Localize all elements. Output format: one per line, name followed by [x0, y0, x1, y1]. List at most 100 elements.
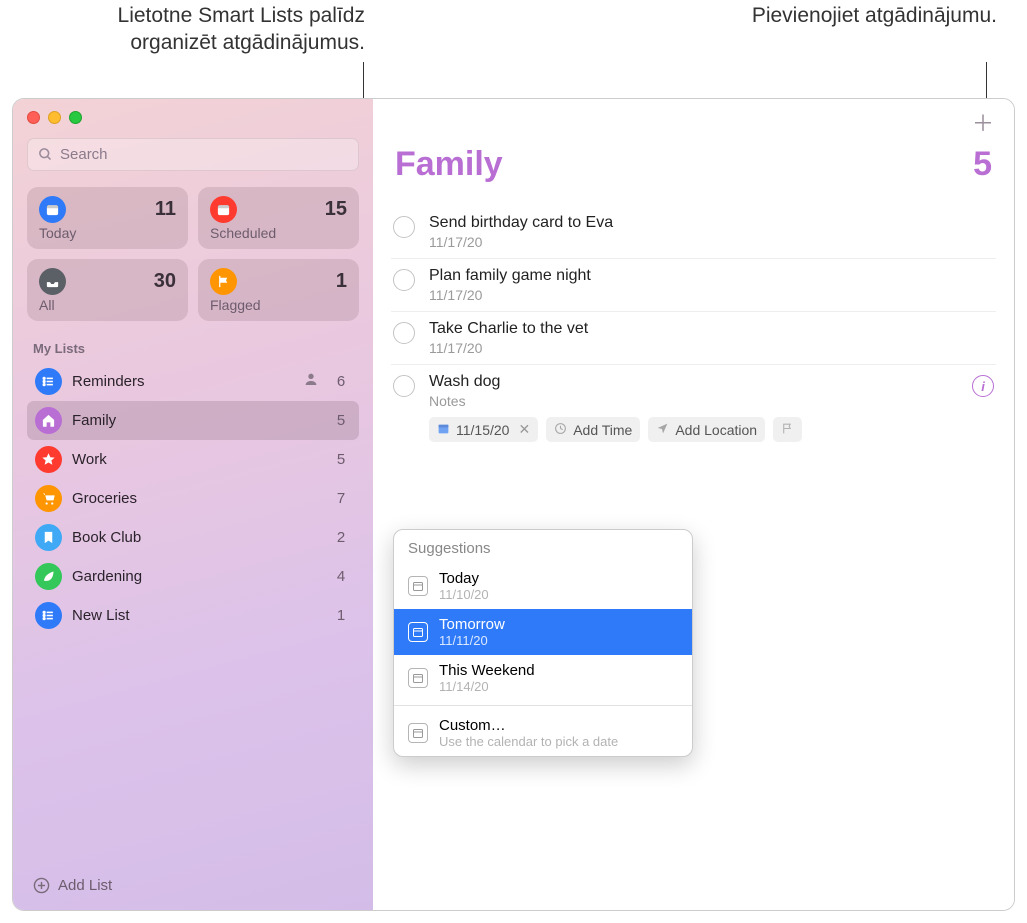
smart-card-flagged[interactable]: 1Flagged [198, 259, 359, 321]
reminder-title: Take Charlie to the vet [429, 320, 994, 338]
calendar-icon [437, 422, 450, 438]
list-name: Groceries [72, 490, 321, 507]
search-input[interactable]: Search [27, 138, 359, 171]
reminders-list: Send birthday card to Eva11/17/20Plan fa… [391, 206, 996, 365]
lists: Reminders 6 Family 5 Work 5 Groceries 7 Book Clu… [27, 362, 359, 869]
list-count: 1 [331, 607, 351, 624]
list-count: 7 [331, 490, 351, 507]
reminder-date: 11/17/20 [429, 340, 994, 356]
checkbox-circle[interactable] [393, 322, 415, 344]
flag-chip[interactable] [773, 417, 802, 442]
info-button[interactable]: i [972, 375, 994, 397]
callout-add-reminder: Pievienojiet atgādinājumu. [737, 2, 997, 29]
add-reminder-button[interactable]: ＋ [972, 113, 994, 135]
suggestion-label: Today [439, 570, 489, 587]
add-location-label: Add Location [675, 422, 757, 438]
list-title: Family [395, 145, 503, 184]
date-chip[interactable]: 11/15/20 ✕ [429, 417, 538, 442]
suggestion-label: Custom… [439, 717, 618, 734]
callout-smart-lists: Lietotne Smart Lists palīdz organizēt at… [35, 2, 365, 57]
zoom-icon[interactable] [69, 111, 82, 124]
list-count: 2 [331, 529, 351, 546]
list-name: New List [72, 607, 321, 624]
reminder-item[interactable]: Take Charlie to the vet 11/17/20 [391, 312, 996, 365]
sidebar-list-new-list[interactable]: New List 1 [27, 596, 359, 635]
smart-label: Flagged [210, 297, 347, 313]
smart-label: All [39, 297, 176, 313]
sidebar-list-work[interactable]: Work 5 [27, 440, 359, 479]
add-location-chip[interactable]: Add Location [648, 417, 765, 442]
smart-card-today[interactable]: 11 Today [27, 187, 188, 249]
leaf-icon [35, 563, 62, 590]
minimize-icon[interactable] [48, 111, 61, 124]
calendar-icon [408, 622, 428, 642]
clock-icon [554, 422, 567, 438]
list-name: Family [72, 412, 321, 429]
checkbox-circle[interactable] [393, 269, 415, 291]
smart-lists-grid: 11 Today 15Scheduled30All1Flagged [27, 187, 359, 321]
date-chip-value: 11/15/20 [456, 422, 509, 438]
calendar-icon [408, 668, 428, 688]
reminder-title-input[interactable]: Wash dog [429, 373, 958, 391]
smart-card-all[interactable]: 30All [27, 259, 188, 321]
bookmark-icon [35, 524, 62, 551]
reminder-editing[interactable]: Wash dog Notes 11/15/20 ✕ Add Ti [391, 365, 996, 450]
list-icon [35, 602, 62, 629]
suggestion-custom[interactable]: Custom… Use the calendar to pick a date [394, 710, 692, 756]
list-header: Family 5 [391, 145, 996, 184]
list-name: Reminders [72, 373, 293, 390]
toolbar: ＋ [391, 111, 996, 145]
plus-circle-icon [33, 877, 50, 894]
flag-icon [781, 422, 794, 438]
add-list-label: Add List [58, 877, 112, 894]
sidebar-list-groceries[interactable]: Groceries 7 [27, 479, 359, 518]
search-placeholder: Search [60, 146, 108, 163]
sidebar-list-family[interactable]: Family 5 [27, 401, 359, 440]
star-icon [35, 446, 62, 473]
reminder-notes-placeholder[interactable]: Notes [429, 393, 958, 409]
calendar-icon [408, 723, 428, 743]
sidebar-list-reminders[interactable]: Reminders 6 [27, 362, 359, 401]
calendar-icon [39, 196, 66, 223]
reminder-title: Plan family game night [429, 267, 994, 285]
reminder-item[interactable]: Plan family game night11/17/20 [391, 259, 996, 312]
smart-card-scheduled[interactable]: 15Scheduled [198, 187, 359, 249]
location-icon [656, 422, 669, 438]
suggestion-today[interactable]: Today11/10/20 [394, 563, 692, 609]
reminders-window: Search 11Today15Scheduled30All1Flagged M… [12, 98, 1015, 911]
list-count: 5 [973, 145, 992, 184]
popover-head: Suggestions [394, 530, 692, 563]
list-icon [35, 368, 62, 395]
list-name: Work [72, 451, 321, 468]
list-name: Book Club [72, 529, 321, 546]
suggestion-label: Tomorrow [439, 616, 505, 633]
list-count: 6 [331, 373, 351, 390]
checkbox-circle[interactable] [393, 216, 415, 238]
suggestion-sub: 11/14/20 [439, 679, 535, 694]
smart-label: Today [39, 225, 176, 241]
suggestion-sub: 11/10/20 [439, 587, 489, 602]
clear-date-icon[interactable]: ✕ [518, 421, 530, 438]
list-count: 4 [331, 568, 351, 585]
cart-icon [35, 485, 62, 512]
suggestion-this-weekend[interactable]: This Weekend11/14/20 [394, 655, 692, 701]
list-count: 5 [331, 451, 351, 468]
tray-icon [39, 268, 66, 295]
add-list-button[interactable]: Add List [27, 869, 359, 898]
list-name: Gardening [72, 568, 321, 585]
reminder-item[interactable]: Send birthday card to Eva11/17/20 [391, 206, 996, 259]
close-icon[interactable] [27, 111, 40, 124]
main-pane: ＋ Family 5 Send birthday card to Eva11/1… [373, 99, 1014, 910]
suggestion-sub: Use the calendar to pick a date [439, 734, 618, 749]
sidebar-list-book-club[interactable]: Book Club 2 [27, 518, 359, 557]
sidebar: Search 11Today15Scheduled30All1Flagged M… [13, 99, 373, 910]
checkbox-circle[interactable] [393, 375, 415, 397]
section-my-lists: My Lists [33, 341, 353, 356]
sidebar-list-gardening[interactable]: Gardening 4 [27, 557, 359, 596]
add-time-chip[interactable]: Add Time [546, 417, 640, 442]
suggestion-tomorrow[interactable]: Tomorrow11/11/20 [394, 609, 692, 655]
smart-count: 11 [155, 198, 176, 221]
calendar-icon [408, 576, 428, 596]
list-count: 5 [331, 412, 351, 429]
divider [394, 705, 692, 706]
